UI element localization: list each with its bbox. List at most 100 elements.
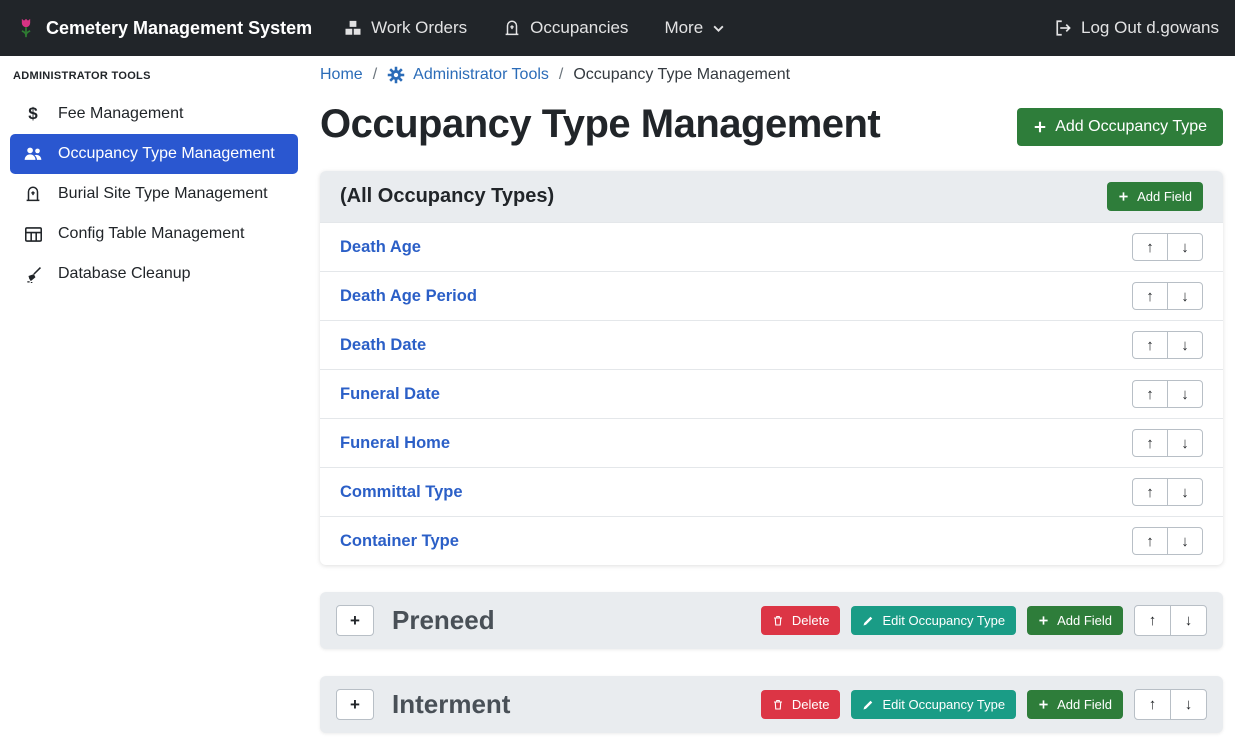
field-link[interactable]: Death Age — [340, 238, 421, 257]
breadcrumb-administrator-tools[interactable]: Administrator Tools — [387, 66, 549, 84]
section-actions: Delete Edit Occupancy Type Add Field ↑ ↓ — [761, 689, 1207, 720]
nav-more-label: More — [664, 18, 703, 38]
field-link[interactable]: Funeral Date — [340, 385, 440, 404]
plus-icon: + — [350, 611, 360, 631]
nav-work-orders[interactable]: Work Orders — [344, 18, 467, 38]
move-up-button[interactable]: ↑ — [1132, 380, 1168, 408]
field-link[interactable]: Funeral Home — [340, 434, 450, 453]
field-row: Committal Type ↑ ↓ — [320, 467, 1223, 516]
expand-button[interactable]: + — [336, 605, 374, 636]
breadcrumb-separator: / — [559, 66, 563, 84]
reorder-controls: ↑ ↓ — [1134, 689, 1207, 720]
move-up-button[interactable]: ↑ — [1132, 527, 1168, 555]
reorder-controls: ↑ ↓ — [1132, 380, 1203, 408]
move-down-button[interactable]: ↓ — [1167, 282, 1203, 310]
add-field-label: Add Field — [1057, 697, 1112, 712]
move-down-button[interactable]: ↓ — [1167, 478, 1203, 506]
add-field-button[interactable]: Add Field — [1027, 690, 1123, 719]
move-up-button[interactable]: ↑ — [1132, 331, 1168, 359]
dollar-icon: $ — [22, 104, 44, 124]
logout-button[interactable]: Log Out d.gowans — [1053, 18, 1219, 38]
arrow-down-icon: ↓ — [1181, 239, 1189, 256]
sidebar-item-label: Config Table Management — [58, 225, 245, 243]
move-up-button[interactable]: ↑ — [1132, 478, 1168, 506]
move-down-button[interactable]: ↓ — [1167, 527, 1203, 555]
occupancy-type-section-preneed: + Preneed Delete Edit Occupancy Type Add… — [320, 592, 1223, 649]
move-up-button[interactable]: ↑ — [1132, 282, 1168, 310]
sidebar-item-database-cleanup[interactable]: Database Cleanup — [10, 254, 298, 294]
add-field-button[interactable]: Add Field — [1027, 606, 1123, 635]
nav-more[interactable]: More — [664, 18, 725, 38]
move-down-button[interactable]: ↓ — [1170, 605, 1207, 636]
move-down-button[interactable]: ↓ — [1167, 380, 1203, 408]
field-row: Death Age ↑ ↓ — [320, 222, 1223, 271]
reorder-controls: ↑ ↓ — [1132, 429, 1203, 457]
arrow-up-icon: ↑ — [1146, 337, 1154, 354]
move-down-button[interactable]: ↓ — [1167, 233, 1203, 261]
delete-label: Delete — [792, 613, 830, 628]
move-down-button[interactable]: ↓ — [1167, 429, 1203, 457]
add-field-button[interactable]: Add Field — [1107, 182, 1203, 211]
arrow-down-icon: ↓ — [1181, 288, 1189, 305]
plus-icon — [1038, 615, 1049, 626]
users-icon — [22, 146, 44, 162]
gear-icon — [387, 66, 405, 84]
edit-label: Edit Occupancy Type — [882, 697, 1005, 712]
field-row: Death Age Period ↑ ↓ — [320, 271, 1223, 320]
card-header: (All Occupancy Types) Add Field — [320, 171, 1223, 222]
sidebar-item-fee-management[interactable]: $ Fee Management — [10, 94, 298, 134]
reorder-controls: ↑ ↓ — [1134, 605, 1207, 636]
breadcrumb-label: Administrator Tools — [413, 66, 549, 84]
field-row: Container Type ↑ ↓ — [320, 516, 1223, 565]
top-navbar: Cemetery Management System Work Orders O… — [0, 0, 1235, 56]
breadcrumb-separator: / — [373, 66, 377, 84]
occupancy-type-section-interment: + Interment Delete Edit Occupancy Type A… — [320, 676, 1223, 733]
breadcrumb-label: Home — [320, 66, 363, 84]
edit-occupancy-type-button[interactable]: Edit Occupancy Type — [851, 606, 1016, 635]
trash-icon — [772, 698, 784, 711]
main-content: Home / — [320, 56, 1223, 733]
tombstone-icon — [22, 185, 44, 203]
arrow-up-icon: ↑ — [1146, 484, 1154, 501]
field-link[interactable]: Committal Type — [340, 483, 463, 502]
reorder-controls: ↑ ↓ — [1132, 282, 1203, 310]
delete-label: Delete — [792, 697, 830, 712]
field-link[interactable]: Container Type — [340, 532, 459, 551]
arrow-down-icon: ↓ — [1185, 696, 1193, 713]
all-occupancy-types-card: (All Occupancy Types) Add Field Death Ag… — [320, 171, 1223, 565]
section-title: Interment — [392, 689, 510, 720]
move-up-button[interactable]: ↑ — [1134, 605, 1171, 636]
nav-links: Work Orders Occupancies More — [344, 18, 725, 38]
field-link[interactable]: Death Date — [340, 336, 426, 355]
logout-icon — [1053, 19, 1072, 37]
app-title: Cemetery Management System — [46, 18, 312, 39]
move-down-button[interactable]: ↓ — [1167, 331, 1203, 359]
arrow-up-icon: ↑ — [1149, 612, 1157, 629]
breadcrumb-home[interactable]: Home — [320, 66, 363, 84]
add-occupancy-type-button[interactable]: Add Occupancy Type — [1017, 108, 1223, 146]
delete-button[interactable]: Delete — [761, 606, 841, 635]
sidebar-item-burial-site-type-management[interactable]: Burial Site Type Management — [10, 174, 298, 214]
plus-icon — [1038, 699, 1049, 710]
move-up-button[interactable]: ↑ — [1132, 233, 1168, 261]
field-link[interactable]: Death Age Period — [340, 287, 477, 306]
nav-occupancies[interactable]: Occupancies — [503, 18, 628, 38]
table-icon — [22, 226, 44, 243]
boxes-icon — [344, 19, 362, 37]
sidebar-item-config-table-management[interactable]: Config Table Management — [10, 214, 298, 254]
sidebar-heading: ADMINISTRATOR TOOLS — [0, 70, 308, 94]
arrow-down-icon: ↓ — [1185, 612, 1193, 629]
nav-work-orders-label: Work Orders — [371, 18, 467, 38]
section-actions: Delete Edit Occupancy Type Add Field ↑ ↓ — [761, 605, 1207, 636]
chevron-down-icon — [712, 22, 725, 35]
edit-occupancy-type-button[interactable]: Edit Occupancy Type — [851, 690, 1016, 719]
sidebar-item-occupancy-type-management[interactable]: Occupancy Type Management — [10, 134, 298, 174]
app-brand[interactable]: Cemetery Management System — [16, 17, 312, 39]
expand-button[interactable]: + — [336, 689, 374, 720]
move-down-button[interactable]: ↓ — [1170, 689, 1207, 720]
nav-occupancies-label: Occupancies — [530, 18, 628, 38]
delete-button[interactable]: Delete — [761, 690, 841, 719]
breadcrumb: Home / — [320, 56, 1223, 84]
move-up-button[interactable]: ↑ — [1134, 689, 1171, 720]
move-up-button[interactable]: ↑ — [1132, 429, 1168, 457]
